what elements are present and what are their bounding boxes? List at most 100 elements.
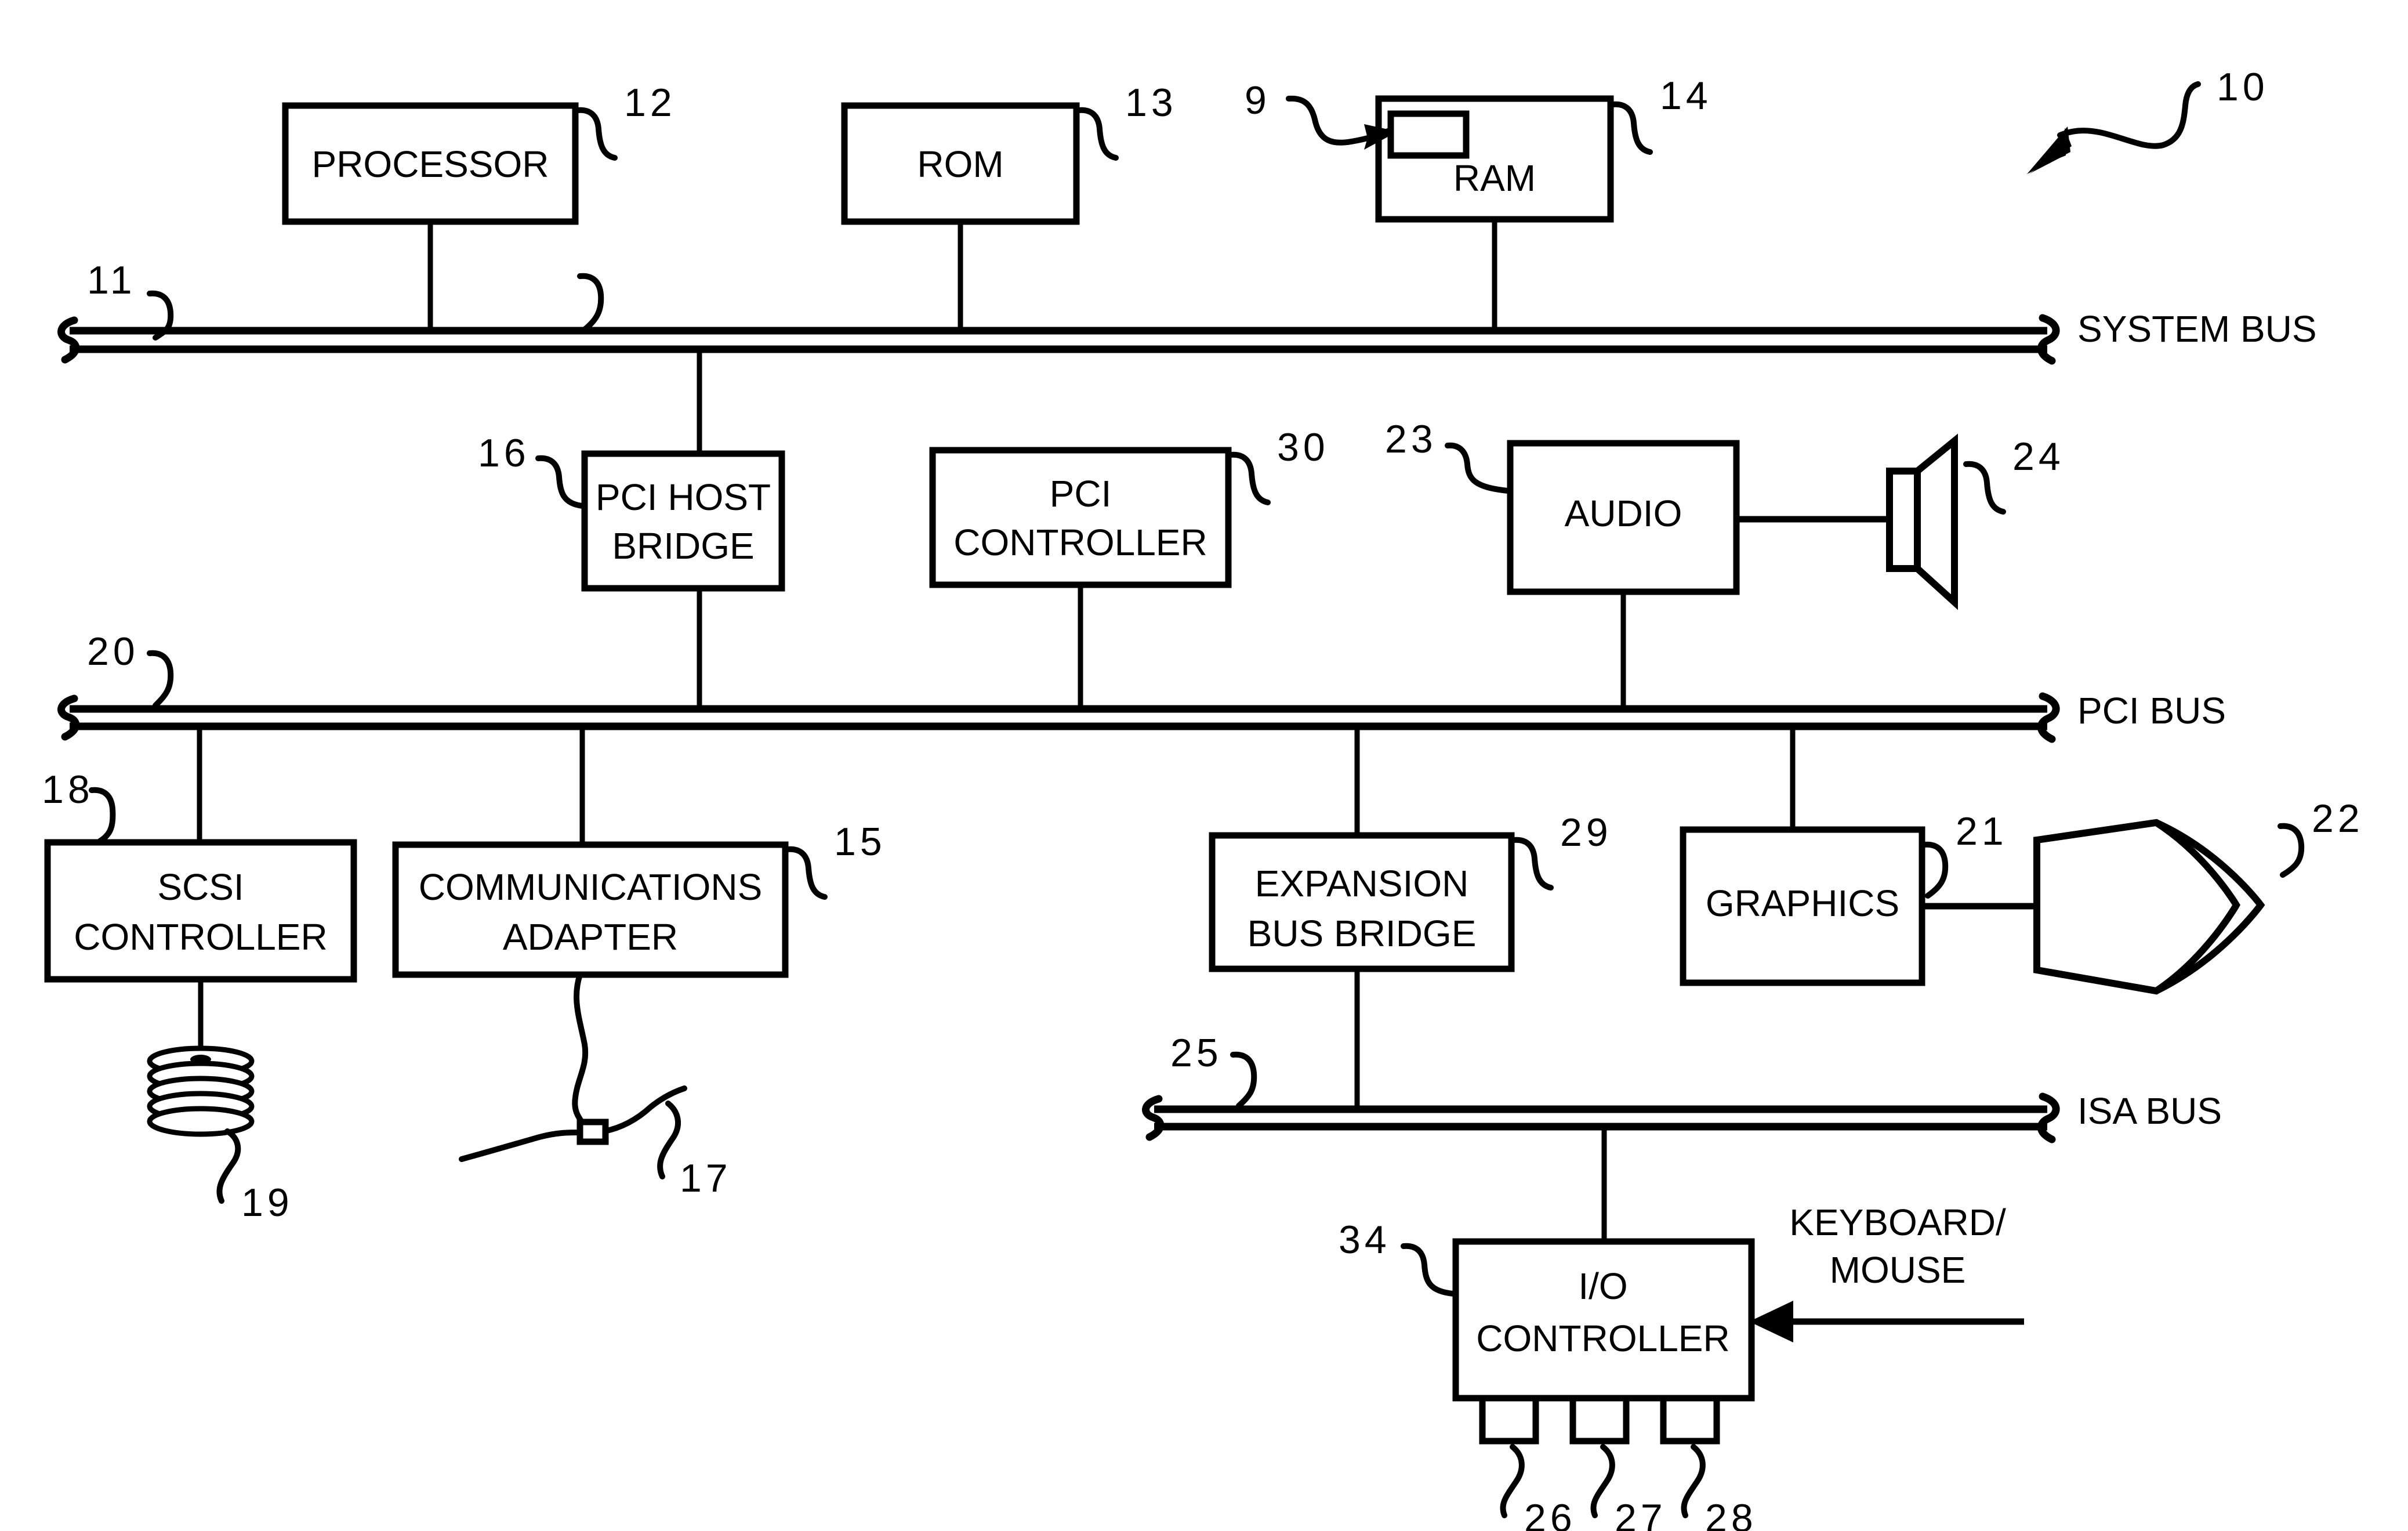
- io-port-26: [1479, 1395, 1539, 1445]
- pci-host-bridge-label-2: BRIDGE: [612, 525, 754, 567]
- rom-ref-leader: [1076, 107, 1119, 161]
- isa-bus-right-cap: [2037, 1092, 2060, 1143]
- disk-ref-label: 19: [241, 1181, 293, 1225]
- communications-adapter-ref-label: 15: [834, 820, 886, 864]
- display-crt-face: [2033, 819, 2240, 995]
- expansion-bus-bridge-label-2: BUS BRIDGE: [1247, 913, 1477, 954]
- audio-label: AUDIO: [1565, 493, 1682, 534]
- disk-platter-5: [147, 1106, 255, 1137]
- io-port-26-label: 26: [1524, 1496, 1576, 1531]
- io-controller-ref-label: 34: [1339, 1218, 1391, 1262]
- processor-ref-label: 12: [624, 81, 676, 125]
- pci-bus: 20 PCI BUS: [57, 629, 2226, 743]
- pci-bus-ref-label: 20: [87, 629, 139, 674]
- ram-label: RAM: [1453, 157, 1536, 199]
- keyboard-mouse-label-1: KEYBOARD/: [1789, 1201, 2006, 1243]
- disk-stack: 19: [147, 1045, 293, 1225]
- speaker-cone: [1914, 433, 1958, 610]
- system-bus-right-cap: [2037, 314, 2060, 365]
- io-port-26-leader: [1500, 1444, 1525, 1518]
- pci-host-bridge-box: [581, 450, 785, 592]
- io-port-28: [1660, 1395, 1720, 1445]
- display: 22: [2033, 797, 2364, 995]
- isa-bus: 25 ISA BUS: [1142, 1031, 2222, 1143]
- isa-bus-ref-leader: [1230, 1051, 1257, 1109]
- scsi-controller-label-1: SCSI: [157, 866, 244, 908]
- system-bus-ref-leader: [577, 273, 604, 332]
- scsi-controller-block: SCSI CONTROLLER 18: [42, 726, 357, 1057]
- keyboard-mouse-arrowhead: [1749, 1301, 1793, 1342]
- communications-adapter-ref-leader: [785, 846, 828, 900]
- io-port-28-leader: [1681, 1444, 1706, 1518]
- pci-bus-right-cap: [2037, 692, 2060, 743]
- scsi-controller-box: [44, 839, 357, 983]
- speaker: 24: [1886, 433, 2065, 610]
- ram-inner-block: [1387, 110, 1470, 159]
- ram-ref-label: 14: [1660, 74, 1712, 118]
- ram-block: RAM 14 9: [1245, 74, 1712, 331]
- figure-ref-10-arrowhead2: [2027, 126, 2070, 174]
- processor-ref-leader: [575, 107, 618, 161]
- graphics-label: GRAPHICS: [1706, 882, 1899, 924]
- system-bus-label: SYSTEM BUS: [2077, 308, 2317, 350]
- communications-adapter-label-1: COMMUNICATIONS: [419, 866, 763, 908]
- scsi-controller-ref-leader: [89, 787, 116, 844]
- audio-block: AUDIO 23: [1385, 417, 1892, 709]
- patent-block-diagram: 10 PROCESSOR 12 ROM 13 RAM 14 9 11 SYSTE…: [0, 0, 2408, 1531]
- expansion-bus-bridge-ref-leader: [1511, 837, 1554, 891]
- disk-ref-leader: [216, 1128, 241, 1204]
- network-cable-ref-leader: [657, 1101, 681, 1179]
- pci-controller-label-2: CONTROLLER: [953, 522, 1207, 563]
- pci-host-bridge-block: PCI HOST BRIDGE 16: [478, 349, 785, 709]
- expansion-bus-bridge-ref-label: 29: [1560, 810, 1612, 855]
- communications-adapter-block: COMMUNICATIONS ADAPTER 15: [392, 726, 886, 978]
- speaker-ref-leader: [1963, 461, 2006, 515]
- pci-host-bridge-ref-leader: [535, 455, 585, 509]
- pci-bus-label: PCI BUS: [2077, 690, 2226, 732]
- network-cable-ref-label: 17: [680, 1156, 732, 1200]
- rom-block: ROM 13: [841, 81, 1177, 331]
- io-controller-label-2: CONTROLLER: [1476, 1318, 1729, 1359]
- scsi-controller-label-2: CONTROLLER: [74, 916, 327, 958]
- isa-bus-left-cap: [1142, 1095, 1165, 1141]
- display-ref-leader: [2278, 823, 2305, 878]
- io-controller-ref-leader: [1401, 1243, 1456, 1297]
- pci-bus-ref-leader: [147, 650, 174, 708]
- rom-ref-label: 13: [1125, 81, 1177, 125]
- speaker-base: [1886, 468, 1921, 572]
- io-port-28-label: 28: [1705, 1496, 1757, 1531]
- graphics-ref-leader: [1921, 841, 1949, 899]
- disk-spindle: [190, 1055, 211, 1064]
- figure-ref-10-group: 10: [2027, 65, 2269, 174]
- keyboard-mouse-label-2: MOUSE: [1830, 1249, 1966, 1291]
- network-cable-left-run: [459, 1130, 584, 1162]
- communications-adapter-label-2: ADAPTER: [503, 916, 678, 958]
- io-ports: 26 27 28: [1479, 1395, 1757, 1531]
- ram-inner-ref-label: 9: [1245, 78, 1271, 122]
- rom-label: ROM: [917, 143, 1003, 185]
- ram-ref-leader: [1610, 101, 1653, 155]
- figure-ref-10-label: 10: [2217, 65, 2269, 109]
- isa-bus-ref-label: 25: [1170, 1031, 1223, 1075]
- network-cable: 17: [459, 972, 732, 1200]
- pci-host-bridge-label-1: PCI HOST: [596, 476, 771, 518]
- speaker-ref-label: 24: [2012, 435, 2065, 479]
- pci-bus-left-cap: [57, 694, 80, 741]
- io-port-27: [1569, 1395, 1630, 1445]
- keyboard-mouse-input: KEYBOARD/ MOUSE: [1749, 1201, 2024, 1342]
- io-port-27-leader: [1590, 1444, 1615, 1518]
- pci-controller-ref-leader: [1228, 451, 1271, 505]
- expansion-bus-bridge-block: EXPANSION BUS BRIDGE 29: [1209, 726, 1612, 1109]
- system-bus-left-cap: [57, 316, 80, 364]
- expansion-bus-bridge-label-1: EXPANSION: [1255, 863, 1469, 904]
- graphics-ref-label: 21: [1956, 809, 2008, 853]
- io-controller-block: I/O CONTROLLER 34: [1339, 1127, 1755, 1402]
- system-bus: 11 SYSTEM BUS: [57, 258, 2317, 365]
- io-port-27-label: 27: [1615, 1496, 1667, 1531]
- display-ref-label: 22: [2312, 797, 2364, 841]
- network-cable-drop: [572, 972, 589, 1131]
- system-bus-ref-label: 11: [87, 258, 136, 302]
- processor-label: PROCESSOR: [312, 143, 549, 185]
- figure-ref-10-leader: [2057, 81, 2201, 149]
- isa-bus-label: ISA BUS: [2077, 1090, 2222, 1132]
